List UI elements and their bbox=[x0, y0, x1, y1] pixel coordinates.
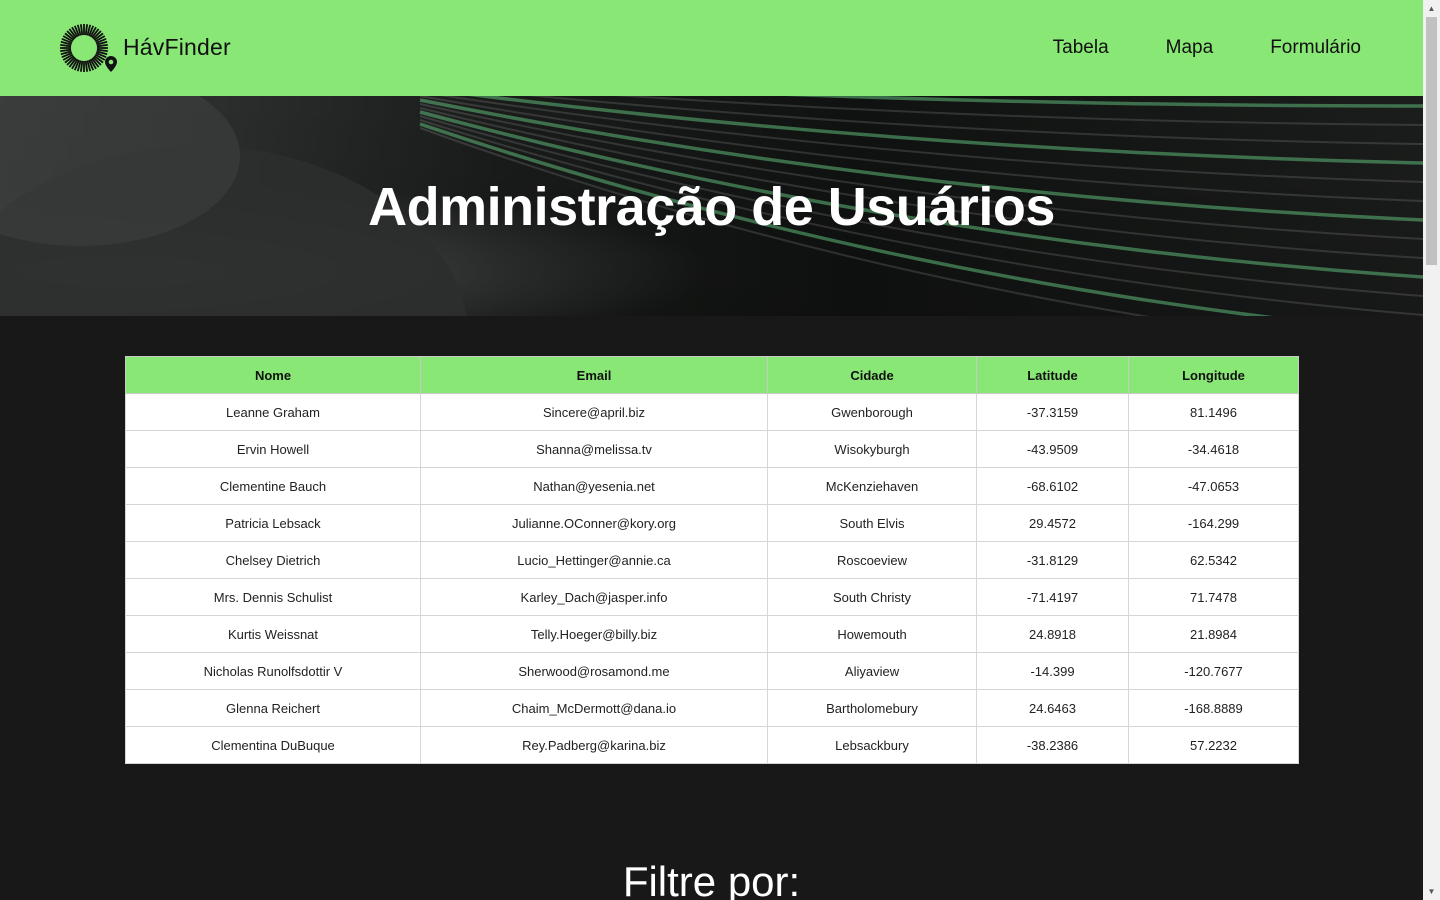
table-row: Mrs. Dennis Schulist Karley_Dach@jasper.i… bbox=[125, 578, 1299, 616]
cell-longitude: 21.8984 bbox=[1128, 615, 1299, 653]
cell-email: Julianne.OConner@kory.org bbox=[420, 504, 768, 542]
cell-nome: Kurtis Weissnat bbox=[125, 615, 421, 653]
brand-name: HávFinder bbox=[123, 34, 231, 60]
cell-cidade: Lebsackbury bbox=[767, 726, 977, 764]
cell-latitude: -38.2386 bbox=[976, 726, 1129, 764]
table-row: Nicholas Runolfsdottir V Sherwood@rosamon… bbox=[125, 652, 1299, 690]
cell-latitude: -14.399 bbox=[976, 652, 1129, 690]
column-header-latitude: Latitude bbox=[976, 356, 1129, 394]
cell-email: Sherwood@rosamond.me bbox=[420, 652, 768, 690]
main-nav: Tabela Mapa Formulário bbox=[1053, 37, 1361, 59]
table-row: Chelsey Dietrich Lucio_Hettinger@annie.ca… bbox=[125, 541, 1299, 579]
cell-cidade: South Elvis bbox=[767, 504, 977, 542]
nav-link-mapa[interactable]: Mapa bbox=[1166, 37, 1214, 59]
cell-latitude: 24.8918 bbox=[976, 615, 1129, 653]
nav-link-formulario[interactable]: Formulário bbox=[1270, 37, 1361, 59]
triangle-down-icon[interactable]: ▼ bbox=[1423, 883, 1440, 900]
cell-nome: Glenna Reichert bbox=[125, 689, 421, 727]
page: HávFinder Tabela Mapa Formulário Adminis… bbox=[0, 0, 1423, 900]
table-row: Glenna Reichert Chaim_McDermott@dana.io Ba… bbox=[125, 689, 1299, 727]
cell-longitude: 62.5342 bbox=[1128, 541, 1299, 579]
cell-cidade: Aliyaview bbox=[767, 652, 977, 690]
column-header-cidade: Cidade bbox=[767, 356, 977, 394]
cell-cidade: Gwenborough bbox=[767, 393, 977, 431]
cell-latitude: -43.9509 bbox=[976, 430, 1129, 468]
cell-nome: Ervin Howell bbox=[125, 430, 421, 468]
cell-nome: Nicholas Runolfsdottir V bbox=[125, 652, 421, 690]
column-header-nome: Nome bbox=[125, 356, 421, 394]
users-table: Nome Email Cidade Latitude Longitude Lea… bbox=[125, 356, 1299, 764]
table-row: Kurtis Weissnat Telly.Hoeger@billy.biz How… bbox=[125, 615, 1299, 653]
cell-latitude: -68.6102 bbox=[976, 467, 1129, 505]
cell-latitude: -71.4197 bbox=[976, 578, 1129, 616]
cell-email: Sincere@april.biz bbox=[420, 393, 768, 431]
column-header-longitude: Longitude bbox=[1128, 356, 1299, 394]
nav-link-tabela[interactable]: Tabela bbox=[1053, 37, 1109, 59]
table-row: Clementina DuBuque Rey.Padberg@karina.biz… bbox=[125, 726, 1299, 764]
users-table-container: Nome Email Cidade Latitude Longitude Lea… bbox=[125, 356, 1299, 764]
cell-longitude: 57.2232 bbox=[1128, 726, 1299, 764]
hero-banner: Administração de Usuários bbox=[0, 96, 1423, 316]
column-header-email: Email bbox=[420, 356, 768, 394]
table-header-row: Nome Email Cidade Latitude Longitude bbox=[125, 356, 1299, 394]
cell-cidade: Wisokyburgh bbox=[767, 430, 977, 468]
cell-latitude: 24.6463 bbox=[976, 689, 1129, 727]
cell-latitude: -31.8129 bbox=[976, 541, 1129, 579]
cell-cidade: McKenziehaven bbox=[767, 467, 977, 505]
cell-longitude: -120.7677 bbox=[1128, 652, 1299, 690]
cell-cidade: Roscoeview bbox=[767, 541, 977, 579]
table-row: Ervin Howell Shanna@melissa.tv Wisokyburgh… bbox=[125, 430, 1299, 468]
filter-section-title: Filtre por: bbox=[622, 858, 801, 900]
cell-nome: Chelsey Dietrich bbox=[125, 541, 421, 579]
cell-email: Karley_Dach@jasper.info bbox=[420, 578, 768, 616]
cell-latitude: -37.3159 bbox=[976, 393, 1129, 431]
cell-longitude: -164.299 bbox=[1128, 504, 1299, 542]
scrollbar-thumb[interactable] bbox=[1426, 17, 1437, 265]
sunburst-location-pin-icon bbox=[58, 24, 120, 74]
cell-email: Nathan@yesenia.net bbox=[420, 467, 768, 505]
cell-nome: Patricia Lebsack bbox=[125, 504, 421, 542]
cell-nome: Leanne Graham bbox=[125, 393, 421, 431]
cell-email: Telly.Hoeger@billy.biz bbox=[420, 615, 768, 653]
triangle-up-icon[interactable]: ▲ bbox=[1423, 0, 1440, 17]
cell-email: Rey.Padberg@karina.biz bbox=[420, 726, 768, 764]
cell-longitude: 71.7478 bbox=[1128, 578, 1299, 616]
cell-latitude: 29.4572 bbox=[976, 504, 1129, 542]
page-scrollbar[interactable]: ▲ ▼ bbox=[1423, 0, 1440, 900]
cell-longitude: -34.4618 bbox=[1128, 430, 1299, 468]
brand-logo-link[interactable]: HávFinder bbox=[58, 24, 231, 74]
page-title: Administração de Usuários bbox=[368, 177, 1055, 237]
cell-email: Chaim_McDermott@dana.io bbox=[420, 689, 768, 727]
table-row: Clementine Bauch Nathan@yesenia.net McKenz… bbox=[125, 467, 1299, 505]
cell-cidade: South Christy bbox=[767, 578, 977, 616]
cell-email: Shanna@melissa.tv bbox=[420, 430, 768, 468]
cell-cidade: Howemouth bbox=[767, 615, 977, 653]
cell-longitude: -168.8889 bbox=[1128, 689, 1299, 727]
table-row: Patricia Lebsack Julianne.OConner@kory.or… bbox=[125, 504, 1299, 542]
cell-email: Lucio_Hettinger@annie.ca bbox=[420, 541, 768, 579]
cell-longitude: 81.1496 bbox=[1128, 393, 1299, 431]
cell-longitude: -47.0653 bbox=[1128, 467, 1299, 505]
cell-nome: Mrs. Dennis Schulist bbox=[125, 578, 421, 616]
cell-nome: Clementine Bauch bbox=[125, 467, 421, 505]
table-row: Leanne Graham Sincere@april.biz Gwenboroug… bbox=[125, 393, 1299, 431]
site-header: HávFinder Tabela Mapa Formulário bbox=[0, 0, 1423, 96]
cell-cidade: Bartholomebury bbox=[767, 689, 977, 727]
cell-nome: Clementina DuBuque bbox=[125, 726, 421, 764]
